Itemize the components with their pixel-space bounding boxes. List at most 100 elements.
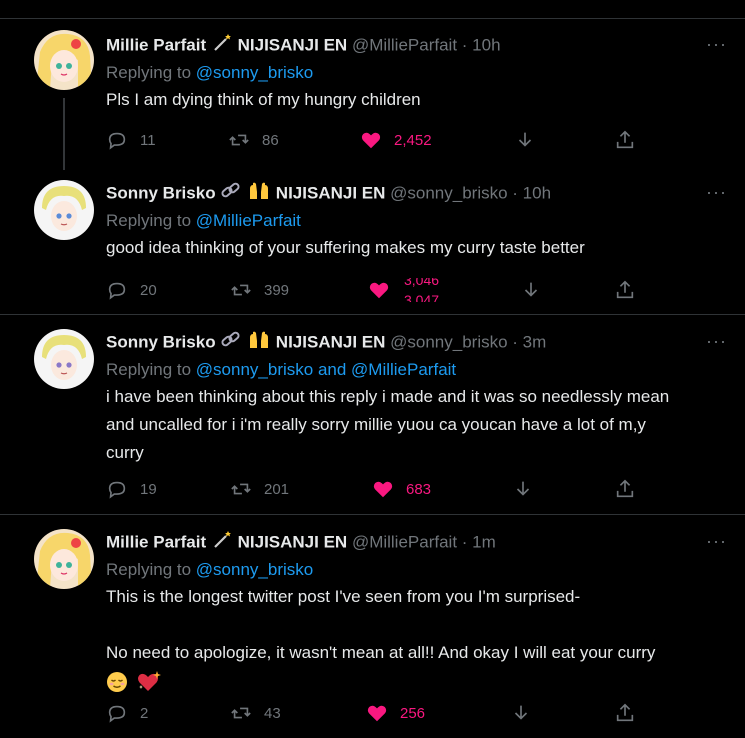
like-button[interactable]: 3,046 3,047 [368, 278, 464, 302]
tweet-header: Sonny Brisko NIJISANJI EN @sonny_brisko … [106, 331, 546, 355]
heart-icon [369, 282, 389, 299]
bookmark-button[interactable] [512, 477, 534, 501]
tweet-text-line: curry [106, 443, 144, 462]
relieved-face-icon [106, 671, 128, 693]
display-name[interactable]: Sonny Brisko [106, 332, 216, 351]
timestamp[interactable]: · 10h [512, 183, 551, 202]
link-icon [221, 331, 241, 355]
tweet-header: Sonny Brisko NIJISANJI EN @sonny_brisko … [106, 182, 551, 206]
avatar[interactable] [34, 30, 94, 90]
reply-button[interactable]: 11 [106, 128, 156, 152]
retweet-button[interactable]: 399 [230, 278, 289, 302]
more-options-button[interactable]: ··· [706, 182, 727, 203]
replying-to-mention[interactable]: @sonny_brisko [196, 63, 313, 82]
top-divider [0, 0, 745, 19]
reply-count: 11 [140, 131, 156, 149]
avatar[interactable] [34, 529, 94, 589]
org-name: NIJISANJI EN [237, 35, 348, 55]
like-button[interactable]: 256 [366, 701, 425, 725]
reply-count: 20 [140, 281, 157, 299]
avatar[interactable] [34, 329, 94, 389]
retweet-icon [229, 134, 249, 146]
reply-button[interactable]: 2 [106, 701, 148, 725]
handle[interactable]: @MillieParfait [352, 532, 457, 551]
display-name[interactable]: Sonny Brisko [106, 183, 216, 202]
display-name[interactable]: Millie Parfait [106, 35, 206, 54]
tweet-text-line: i have been thinking about this reply i … [106, 387, 670, 406]
tweet-text-line: No need to apologize, it wasn't mean at … [106, 643, 656, 662]
tweet-actions: 20 399 3,046 3,047 [106, 278, 646, 302]
tweet-text: This is the longest twitter post I've se… [106, 583, 726, 695]
retweet-icon [231, 483, 251, 495]
more-options-button[interactable]: ··· [706, 531, 727, 552]
tweet[interactable]: Sonny Brisko NIJISANJI EN @sonny_brisko … [0, 315, 745, 515]
tweet-text-line: This is the longest twitter post I've se… [106, 587, 581, 606]
magic-wand-icon [212, 531, 232, 555]
reply-button[interactable]: 20 [106, 278, 157, 302]
retweet-button[interactable]: 201 [230, 477, 289, 501]
share-icon [616, 703, 634, 722]
share-button[interactable] [614, 128, 636, 152]
handle[interactable]: @MillieParfait [352, 35, 457, 54]
share-button[interactable] [614, 701, 636, 725]
reply-icon [108, 282, 126, 300]
arrow-down-icon [524, 282, 538, 297]
retweet-count: 86 [262, 131, 279, 149]
like-button[interactable]: 683 [372, 477, 431, 501]
handle[interactable]: @sonny_brisko [390, 332, 507, 351]
share-icon [616, 280, 634, 299]
tweet-text: i have been thinking about this reply i … [106, 383, 726, 467]
like-count: 2,452 [394, 131, 432, 149]
heart-icon [373, 481, 393, 498]
arrow-down-icon [516, 481, 530, 496]
tweet[interactable]: Sonny Brisko NIJISANJI EN @sonny_brisko … [0, 166, 745, 315]
magic-wand-icon [212, 34, 232, 58]
reply-icon [108, 705, 126, 723]
retweet-count: 43 [264, 704, 281, 722]
handle[interactable]: @sonny_brisko [390, 183, 507, 202]
raised-hands-icon [248, 331, 270, 355]
share-button[interactable] [614, 278, 636, 302]
timestamp[interactable]: · 1m [462, 532, 496, 551]
bookmark-button[interactable] [520, 278, 542, 302]
display-name[interactable]: Millie Parfait [106, 532, 206, 551]
replying-to-label: Replying to [106, 211, 192, 230]
tweet-text: Pls I am dying think of my hungry childr… [106, 86, 726, 114]
tweet-actions: 19 201 683 [106, 477, 646, 501]
more-options-button[interactable]: ··· [706, 34, 727, 55]
tweet-text: good idea thinking of your suffering mak… [106, 234, 726, 262]
tweet-text-line: good idea thinking of your suffering mak… [106, 238, 585, 257]
share-button[interactable] [614, 477, 636, 501]
reply-count: 2 [140, 704, 149, 722]
bookmark-button[interactable] [514, 128, 536, 152]
emoji-line [106, 667, 726, 695]
replying-to: Replying to @sonny_brisko [106, 559, 313, 581]
arrow-down-icon [518, 132, 532, 147]
retweet-button[interactable]: 43 [230, 701, 281, 725]
tweet[interactable]: Millie Parfait NIJISANJI EN @MillieParfa… [0, 515, 745, 738]
replying-to-label: Replying to [106, 63, 192, 82]
reply-count: 19 [140, 480, 157, 498]
replying-to: Replying to @sonny_brisko [106, 62, 313, 84]
link-icon [221, 182, 241, 206]
bookmark-button[interactable] [510, 701, 532, 725]
more-options-button[interactable]: ··· [706, 331, 727, 352]
tweet[interactable]: Millie Parfait NIJISANJI EN @MillieParfa… [0, 18, 745, 158]
retweet-count: 399 [264, 281, 290, 299]
replying-to-mention[interactable]: @sonny_brisko [196, 560, 313, 579]
replying-to-mention[interactable]: @MillieParfait [196, 211, 301, 230]
replying-to-mention[interactable]: @sonny_brisko and @MillieParfait [196, 360, 456, 379]
avatar[interactable] [34, 180, 94, 240]
like-count: 683 [406, 480, 432, 498]
reply-button[interactable]: 19 [106, 477, 157, 501]
retweet-count: 201 [264, 480, 290, 498]
retweet-icon [231, 284, 251, 296]
timestamp[interactable]: · 10h [462, 35, 501, 54]
tweet-actions: 2 43 256 [106, 701, 646, 725]
arrow-down-icon [514, 705, 528, 720]
like-button[interactable]: 2,452 [360, 128, 432, 152]
timestamp[interactable]: · 3m [512, 332, 546, 351]
heart-icon [367, 705, 387, 722]
retweet-icon [231, 707, 251, 719]
retweet-button[interactable]: 86 [228, 128, 279, 152]
